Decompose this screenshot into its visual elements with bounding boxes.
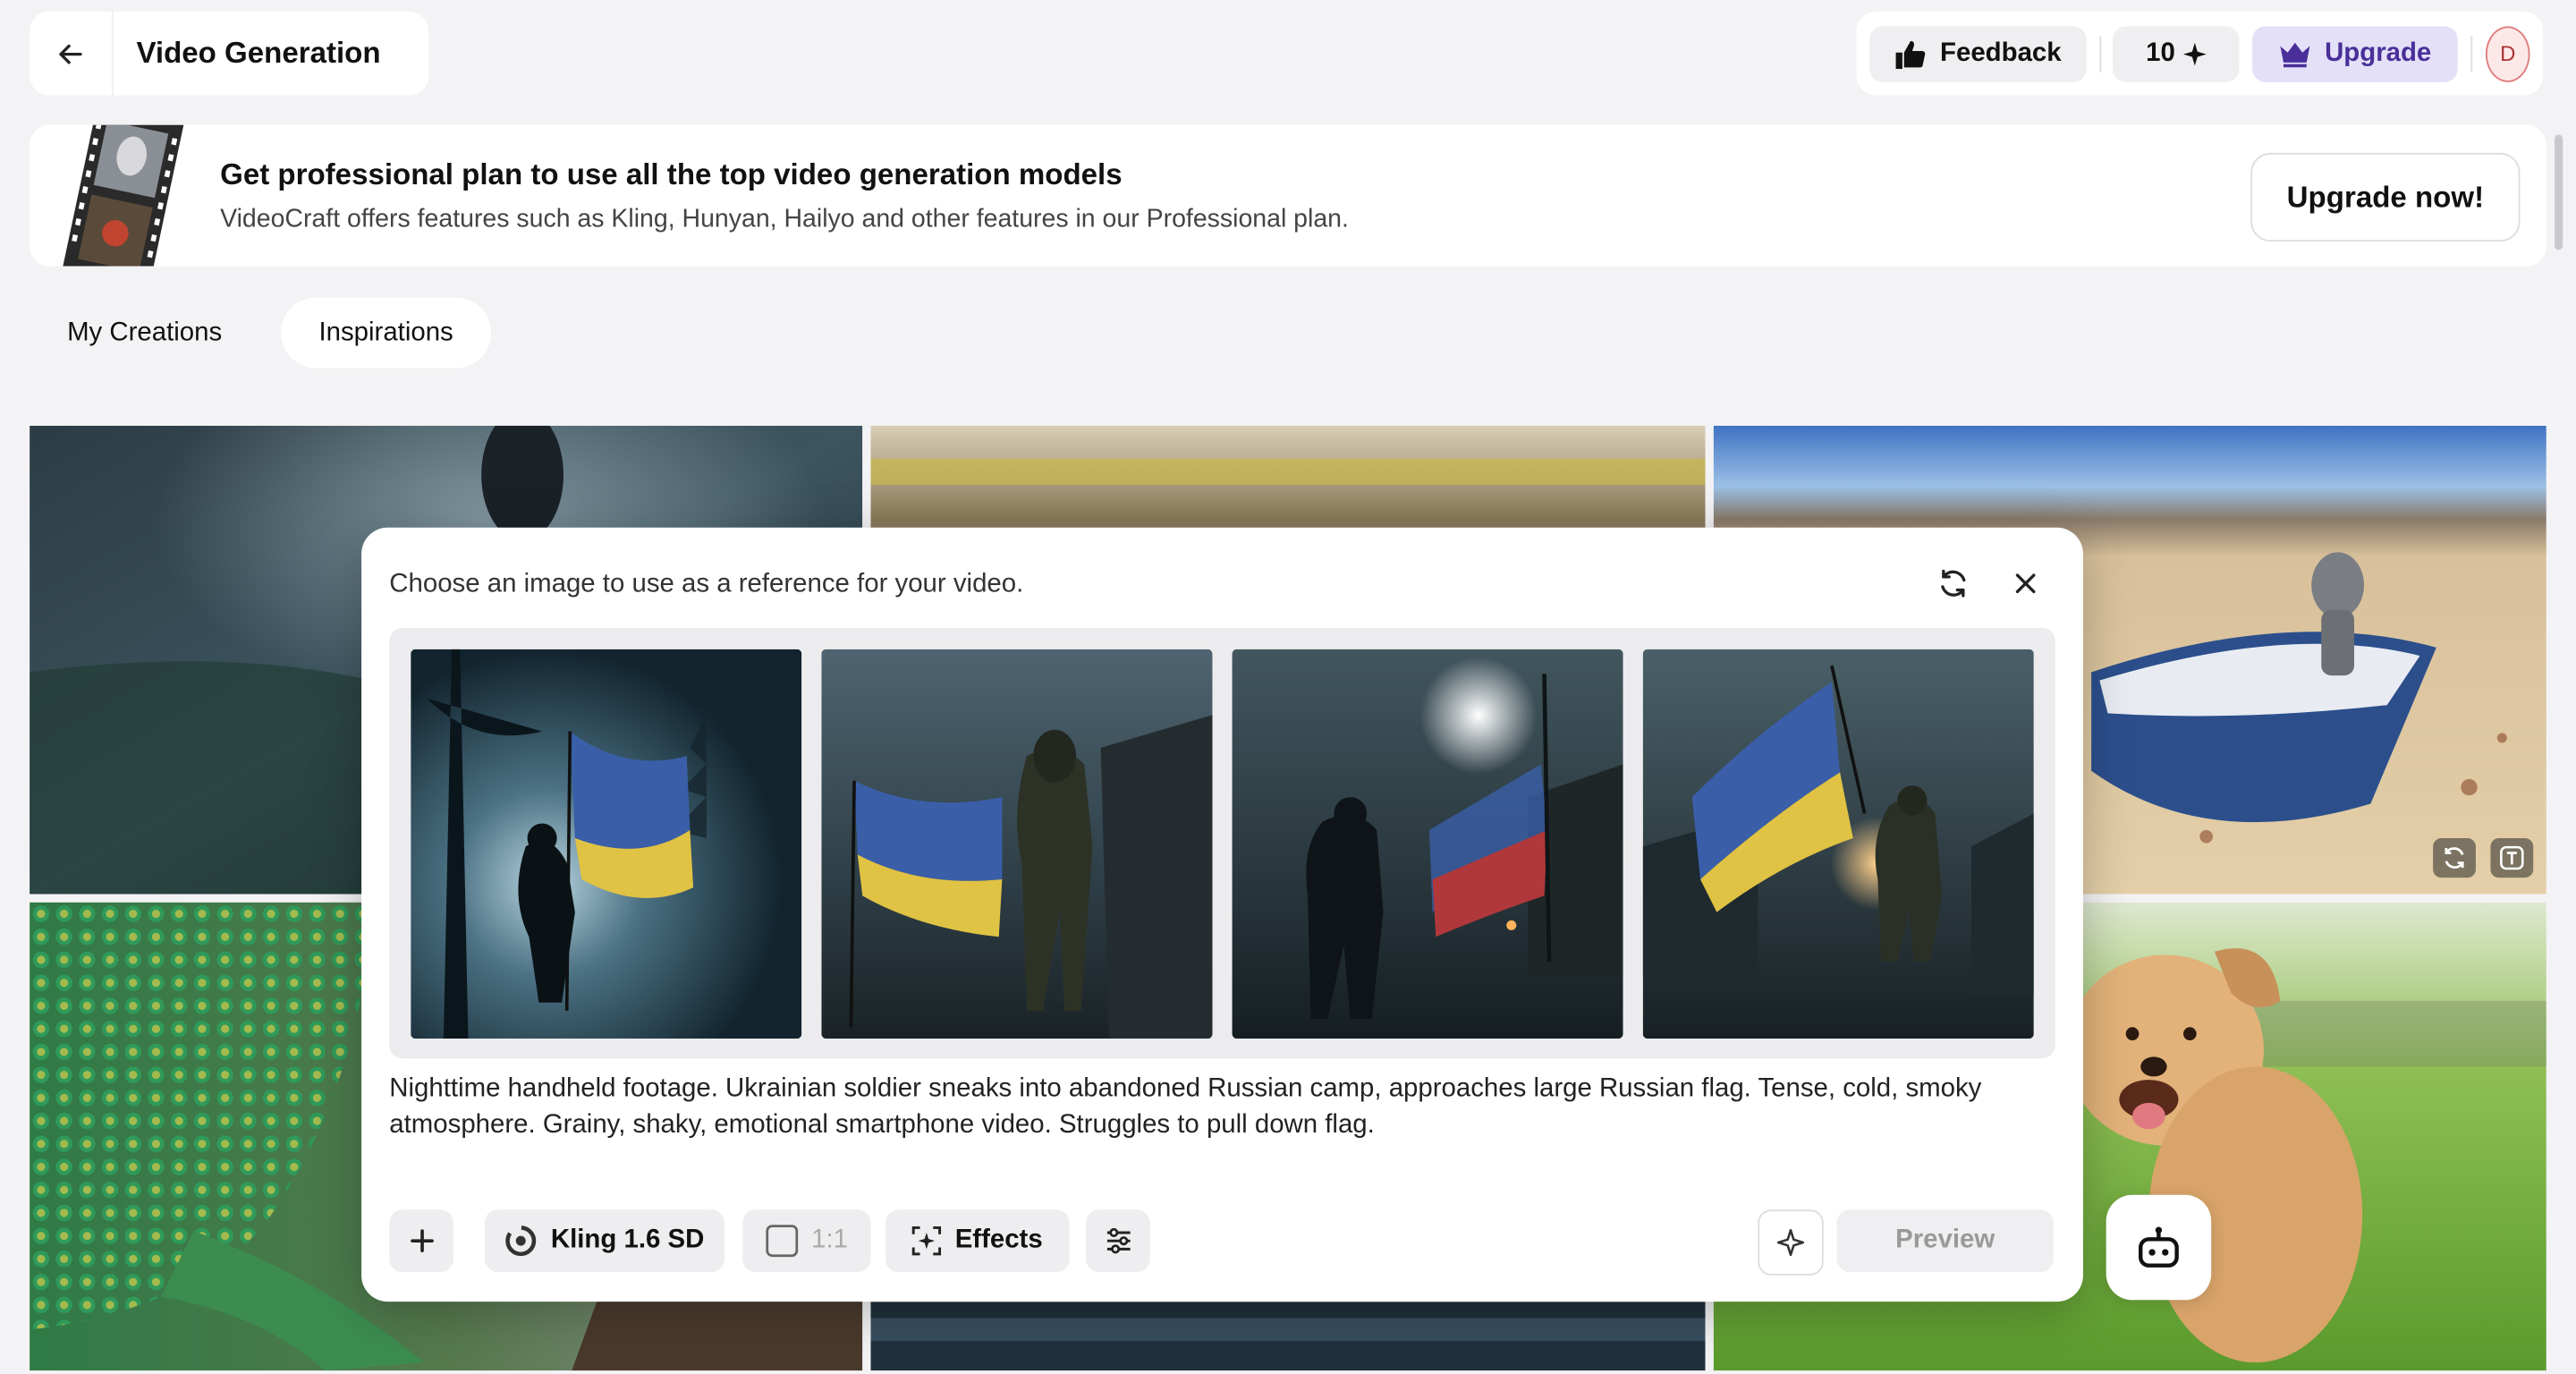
kling-logo-icon [505,1226,537,1257]
plus-icon [410,1229,433,1253]
reference-image-modal: Choose an image to use as a reference fo… [361,527,2083,1302]
divider [2098,35,2101,72]
banner-title: Get professional plan to use all the top… [220,157,1123,191]
avatar[interactable]: D [2486,25,2530,81]
modal-heading: Choose an image to use as a reference fo… [389,570,1024,598]
assistant-button[interactable] [2106,1194,2212,1301]
effects-label: Effects [954,1226,1043,1254]
prompt-text[interactable]: Nighttime handheld footage. Ukrainian so… [389,1072,2048,1144]
divider [2470,35,2473,72]
upgrade-banner: Get professional plan to use all the top… [30,124,2546,267]
back-button[interactable] [30,11,114,96]
title-bar: Video Generation [30,11,429,96]
crown-icon [2280,41,2310,67]
scrollbar-thumb[interactable] [2555,134,2563,250]
thumbs-up-icon [1895,40,1926,69]
banner-subtitle: VideoCraft offers features such as Kling… [220,204,1349,233]
effects-icon [912,1226,942,1256]
aspect-ratio-selector[interactable]: 1:1 [742,1209,871,1273]
reference-thumbnail-1[interactable] [411,649,802,1039]
upgrade-label: Upgrade [2325,38,2432,67]
reference-thumbnail-3[interactable] [1232,649,1623,1039]
page-title: Video Generation [136,36,381,70]
sliders-icon [1106,1227,1130,1254]
film-strip-image [49,124,191,267]
enhance-prompt-button[interactable] [1758,1209,1824,1276]
effects-button[interactable]: Effects [885,1209,1070,1273]
reference-thumbnail-2[interactable] [821,649,1213,1039]
regenerate-icon[interactable] [2433,838,2476,878]
arrow-left-icon [59,43,82,64]
feedback-label: Feedback [1940,38,2062,67]
ratio-label: 1:1 [811,1226,848,1254]
aspect-square-icon [766,1225,798,1258]
preview-button[interactable]: Preview [1836,1209,2054,1273]
settings-button[interactable] [1086,1209,1150,1273]
tab-my-creations[interactable]: My Creations [30,298,259,369]
tab-inspirations[interactable]: Inspirations [281,297,492,369]
text-prompt-icon[interactable] [2490,838,2534,878]
sparkle-outline-icon [1776,1228,1805,1257]
feedback-button[interactable]: Feedback [1869,25,2087,81]
gallery-tile-dark-water[interactable] [870,1302,1706,1371]
robot-icon [2139,1226,2179,1268]
refresh-icon[interactable] [1930,561,1976,606]
close-icon[interactable] [2003,561,2048,606]
sparkle-icon [2183,41,2207,65]
upgrade-now-button[interactable]: Upgrade now! [2250,152,2521,242]
upgrade-button[interactable]: Upgrade [2251,25,2459,81]
credits-count: 10 [2146,38,2175,67]
reference-thumbnails [389,627,2055,1059]
add-button[interactable] [389,1209,453,1273]
model-label: Kling 1.6 SD [550,1226,705,1254]
reference-thumbnail-4[interactable] [1642,649,2034,1039]
header-actions: Feedback 10 Upgrade D [1856,11,2544,96]
credits-badge[interactable]: 10 [2113,25,2240,81]
model-selector[interactable]: Kling 1.6 SD [484,1209,724,1273]
